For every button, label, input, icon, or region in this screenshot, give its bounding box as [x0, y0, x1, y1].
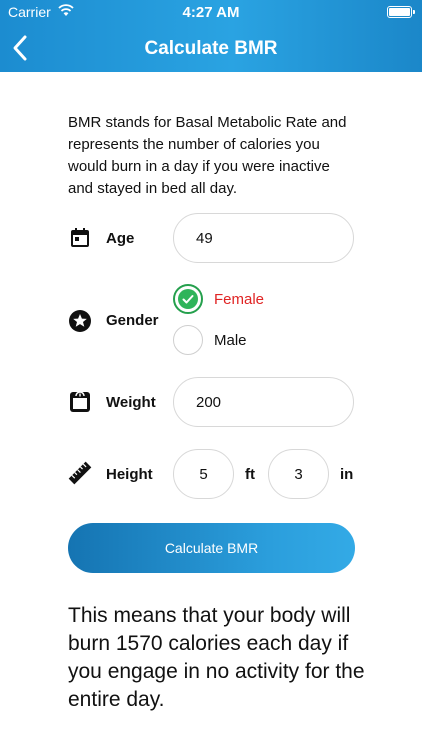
- result-text: This means that your body will burn 1570…: [68, 604, 365, 711]
- female-radio[interactable]: [173, 284, 203, 314]
- height-feet-input[interactable]: [173, 449, 234, 499]
- page-title: Calculate BMR: [144, 38, 278, 59]
- status-time: 4:27 AM: [182, 4, 240, 21]
- feet-unit-label: ft: [245, 466, 255, 483]
- height-label: Height: [106, 466, 153, 483]
- status-bar: Carrier 4:27 AM: [0, 0, 422, 24]
- female-option-label[interactable]: Female: [214, 291, 264, 308]
- calendar-icon: [68, 226, 92, 250]
- weight-label: Weight: [106, 394, 156, 411]
- intro-text: BMR stands for Basal Metabolic Rate and …: [68, 114, 347, 197]
- star-icon: [68, 309, 92, 333]
- app-header: Carrier 4:27 AM Calculate BMR: [0, 0, 422, 72]
- age-label: Age: [106, 230, 135, 247]
- inches-unit-label: in: [340, 466, 354, 483]
- height-inches-input[interactable]: [268, 449, 329, 499]
- calculate-bmr-button[interactable]: Calculate BMR: [68, 523, 355, 573]
- ruler-icon: [68, 461, 92, 485]
- age-input[interactable]: [173, 213, 354, 263]
- weight-input[interactable]: [173, 377, 354, 427]
- male-option-label[interactable]: Male: [214, 332, 247, 349]
- male-radio[interactable]: [173, 325, 203, 355]
- gender-label: Gender: [106, 312, 159, 329]
- scale-icon: [68, 390, 92, 414]
- battery-icon: [387, 6, 415, 18]
- check-icon: [182, 295, 194, 304]
